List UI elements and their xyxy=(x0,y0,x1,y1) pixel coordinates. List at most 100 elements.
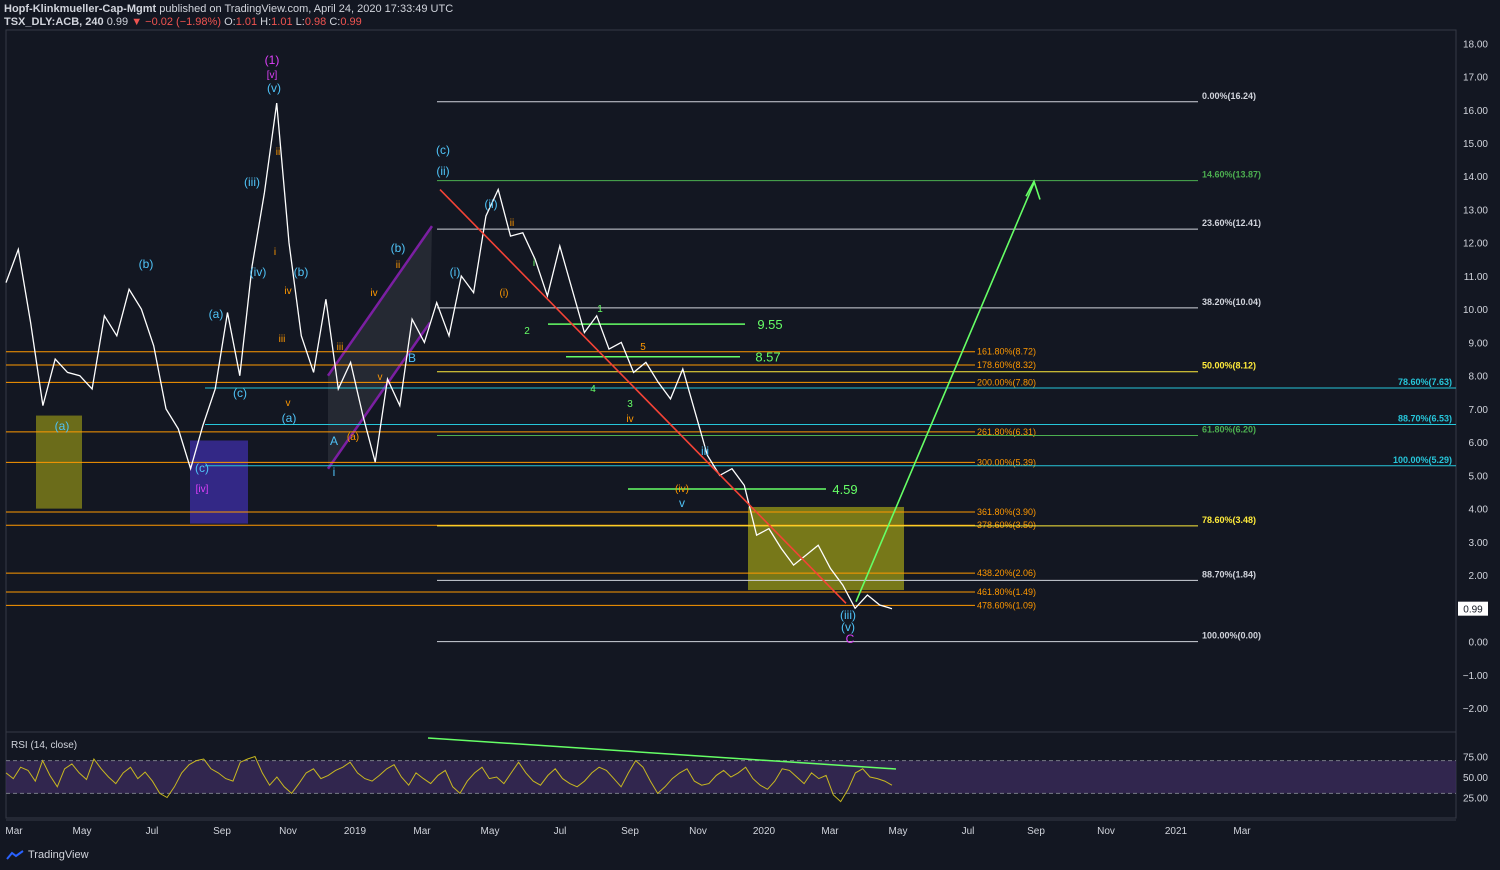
y-tick-label: 11.00 xyxy=(1464,272,1489,283)
wave-label: 2 xyxy=(524,326,530,337)
target-arrow-line xyxy=(855,182,1035,603)
wave-label: C xyxy=(846,632,855,646)
fib-retracement-label: 0.00%(16.24) xyxy=(1202,91,1256,101)
wave-label: (ii) xyxy=(484,197,497,211)
wave-iv-box xyxy=(190,440,248,524)
target-level-label: 8.57 xyxy=(755,350,780,365)
x-tick-label: May xyxy=(889,826,908,837)
wave-label: [iv] xyxy=(196,484,209,495)
wave-label: (a) xyxy=(282,411,297,425)
wave-label: (a) xyxy=(209,307,224,321)
wave-label: 1 xyxy=(597,304,603,315)
x-tick-label: Nov xyxy=(279,826,297,837)
y-tick-label: 17.00 xyxy=(1463,73,1488,84)
rsi-title: RSI (14, close) xyxy=(11,740,77,751)
y-tick-label: 18.00 xyxy=(1463,39,1488,50)
fib-extension-label: 438.20%(2.06) xyxy=(977,568,1036,578)
wave-label: iii xyxy=(337,342,344,353)
fib-extension-label: 200.00%(7.80) xyxy=(977,377,1036,387)
wave-label: iv xyxy=(284,286,291,297)
wave-label: (c) xyxy=(195,461,209,475)
wave-label: (iv) xyxy=(250,265,267,279)
y-tick-label: −2.00 xyxy=(1463,704,1489,715)
fib-extension-label: 478.60%(1.09) xyxy=(977,600,1036,610)
wave-label: 3 xyxy=(627,399,633,410)
y-tick-label: 2.00 xyxy=(1469,571,1489,582)
x-tick-label: Sep xyxy=(621,826,639,837)
brand-label: TradingView xyxy=(28,849,89,861)
wave-label: (iv) xyxy=(675,484,689,495)
wave-label: (b) xyxy=(139,257,154,271)
fib-retracement-label: 50.00%(8.12) xyxy=(1202,361,1256,371)
y-tick-label: 15.00 xyxy=(1463,139,1488,150)
y-tick-label: 8.00 xyxy=(1469,372,1489,383)
wave-label: (1) xyxy=(265,53,280,67)
fib-retracement-label: 88.70%(6.53) xyxy=(1398,414,1452,424)
fib-extension-label: 378.60%(3.50) xyxy=(977,520,1036,530)
wave-label: ii xyxy=(396,260,400,271)
wave-label: (iii) xyxy=(244,175,260,189)
target-level-label: 9.55 xyxy=(757,317,782,332)
wave-label: (a) xyxy=(55,419,70,433)
fib-extension-label: 161.80%(8.72) xyxy=(977,347,1036,357)
rsi-tick-label: 50.00 xyxy=(1463,773,1488,784)
tradingview-brand[interactable]: TradingView xyxy=(6,849,89,861)
x-tick-label: Sep xyxy=(1027,826,1045,837)
wave-label: (c) xyxy=(436,143,450,157)
x-tick-label: Mar xyxy=(413,826,431,837)
target-level-label: 4.59 xyxy=(832,482,857,497)
wave-label: v xyxy=(679,496,685,510)
target-zone-box xyxy=(748,506,904,591)
fib-retracement-label: 78.60%(3.48) xyxy=(1202,515,1256,525)
y-tick-label: 10.00 xyxy=(1463,305,1488,316)
wave-label: 5 xyxy=(640,342,646,353)
wave-label: v xyxy=(286,398,291,409)
y-tick-label: 3.00 xyxy=(1469,538,1489,549)
fib-retracement-label: 88.70%(1.84) xyxy=(1202,569,1256,579)
wave-label: (c) xyxy=(233,386,247,400)
last-price-tag-label: 0.99 xyxy=(1463,605,1483,616)
fib-extension-label: 178.60%(8.32) xyxy=(977,360,1036,370)
wave-label: (v) xyxy=(267,81,281,95)
x-tick-label: Nov xyxy=(1097,826,1115,837)
x-tick-label: Mar xyxy=(5,826,23,837)
wave-label: iv xyxy=(370,288,377,299)
y-tick-label: 13.00 xyxy=(1463,205,1488,216)
x-tick-label: Jul xyxy=(962,826,975,837)
wave-label: A xyxy=(330,434,338,448)
y-tick-label: 16.00 xyxy=(1463,106,1488,117)
x-tick-label: 2021 xyxy=(1165,826,1188,837)
x-tick-label: Mar xyxy=(1233,826,1251,837)
wave-label: iv xyxy=(626,414,633,425)
x-tick-label: Nov xyxy=(689,826,707,837)
y-tick-label: 5.00 xyxy=(1469,471,1489,482)
wave-label: ii xyxy=(276,147,280,158)
y-tick-label: 7.00 xyxy=(1469,405,1489,416)
fib-retracement-label: 61.80%(6.20) xyxy=(1202,425,1256,435)
price-chart[interactable]: 18.00 17.00 16.00 15.00 14.00 13.00 1 2.00 11.00… xyxy=(0,0,1500,870)
downtrend-line xyxy=(439,188,847,604)
wave-label: v xyxy=(378,372,383,383)
y-tick-label: 14.00 xyxy=(1463,172,1488,183)
x-tick-label: Mar xyxy=(821,826,839,837)
x-tick-label: 2019 xyxy=(344,826,367,837)
x-tick-label: May xyxy=(481,826,500,837)
x-tick-label: 2020 xyxy=(753,826,776,837)
y-tick-label: −1.00 xyxy=(1463,671,1489,682)
wave-label: (i) xyxy=(450,265,461,279)
wave-label: (b) xyxy=(391,241,406,255)
fib-extension-label: 361.80%(3.90) xyxy=(977,507,1036,517)
wave-label: ii xyxy=(510,218,514,229)
fib-retracement-label: 100.00%(0.00) xyxy=(1202,631,1261,641)
tradingview-logo-icon xyxy=(6,850,24,860)
fib-extension-label: 461.80%(1.49) xyxy=(977,587,1036,597)
fib-retracement-label: 23.60%(12.41) xyxy=(1202,218,1261,228)
wave-label: [v] xyxy=(267,70,278,81)
fib-retracement-label: 100.00%(5.29) xyxy=(1393,455,1452,465)
wave-label: 4 xyxy=(590,384,596,395)
x-tick-label: May xyxy=(73,826,92,837)
wave-label: (a) xyxy=(347,432,359,443)
wave-label: iii xyxy=(279,334,286,345)
rsi-tick-label: 75.00 xyxy=(1463,753,1488,764)
y-tick-label: 0.00 xyxy=(1469,638,1489,649)
